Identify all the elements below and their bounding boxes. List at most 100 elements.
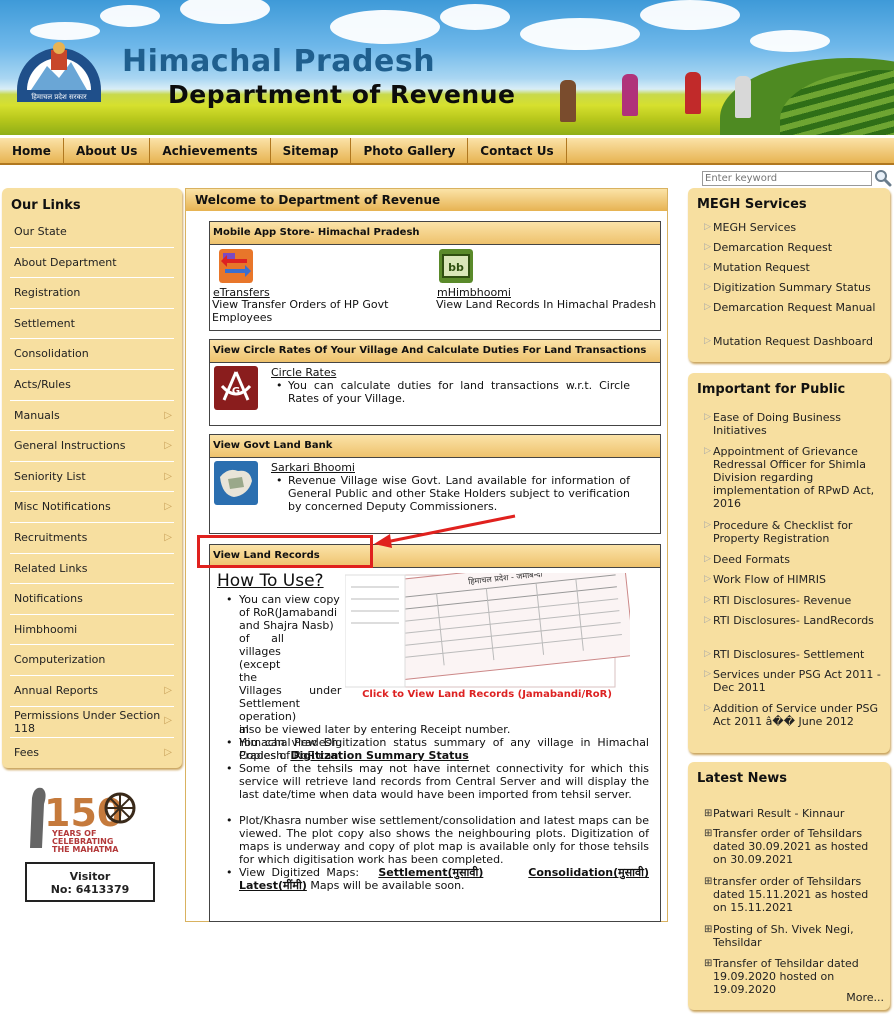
chevron-right-icon: ▷ — [164, 746, 172, 758]
important-item[interactable]: ▷ Services under PSG Act 2011 - Dec 2011 — [688, 668, 890, 702]
sidebar-item-label: Registration — [14, 286, 81, 300]
sidebar-item-label: Related Links — [14, 561, 88, 575]
news-item[interactable]: ⊞ Patwari Result - Kinnaur — [688, 807, 890, 827]
megh-services-panel: MEGH Services ▷ MEGH Services ▷ Demarcatio… — [688, 188, 890, 362]
important-item[interactable]: ▷ Ease of Doing Business Initiatives — [688, 411, 890, 445]
bullet-line: (except the — [239, 658, 281, 684]
our-links-sidebar: Our Links Our State About Department Reg… — [2, 188, 182, 768]
land-records-box: View Land Records How To Use? हिमाचल प्र… — [209, 544, 661, 922]
triangle-right-icon: ▷ — [704, 703, 711, 713]
megh-item-digitization-summary[interactable]: ▷ Digitization Summary Status — [688, 281, 890, 301]
settlement-maps-link[interactable]: Settlement(मुसावी) — [378, 866, 483, 879]
megh-item-demarcation-request[interactable]: ▷ Demarcation Request — [688, 241, 890, 261]
latest-maps-link[interactable]: Latest(मींमी) — [239, 879, 307, 892]
sarkari-bhoomi-link[interactable]: Sarkari Bhoomi — [271, 461, 355, 474]
consolidation-maps-link[interactable]: Consolidation(मुसावी) — [528, 866, 649, 879]
bullet-line: of all villages — [239, 632, 284, 658]
bullet-tehsil-connectivity: Some of the tehsils may not have interne… — [239, 762, 649, 801]
annotation-arrow — [374, 514, 516, 548]
triangle-right-icon: ▷ — [704, 649, 711, 659]
news-icon: ⊞ — [704, 808, 713, 819]
nav-photo-gallery[interactable]: Photo Gallery — [351, 138, 469, 163]
sidebar-item-our-state[interactable]: Our State — [10, 217, 174, 248]
megh-item-mutation-dashboard[interactable]: ▷ Mutation Request Dashboard — [688, 335, 890, 351]
sidebar-item-fees[interactable]: Fees ▷ — [10, 738, 174, 768]
important-title: Important for Public — [697, 382, 846, 397]
sidebar-item-about-department[interactable]: About Department — [10, 248, 174, 279]
sidebar-item-permissions-118[interactable]: Permissions Under Section 118 ▷ — [10, 707, 174, 738]
visitor-counter: Visitor No: 6413379 — [25, 862, 155, 902]
sarkari-bhoomi-icon[interactable] — [214, 461, 258, 505]
sidebar-item-consolidation[interactable]: Consolidation — [10, 339, 174, 370]
land-records-image-link[interactable]: हिमाचल प्रदेश - जमाबन्दी Click to View L… — [344, 555, 635, 703]
chevron-right-icon: ▷ — [164, 714, 172, 726]
search-icon[interactable] — [874, 169, 892, 187]
news-icon: ⊞ — [704, 924, 713, 935]
important-item[interactable]: ▷ Appointment of Grievance Redressal Offi… — [688, 445, 890, 519]
important-item[interactable]: ▷ RTI Disclosures- Revenue — [688, 594, 890, 614]
latest-news-title: Latest News — [697, 771, 788, 786]
sidebar-item-himbhoomi[interactable]: Himbhoomi — [10, 615, 174, 646]
bullet-view-copy-ror-tail: also be viewed later by entering Receipt… — [239, 723, 511, 736]
news-item[interactable]: ⊞ transfer order of Tehsildars dated 15.1… — [688, 875, 890, 923]
sidebar-item-computerization[interactable]: Computerization — [10, 645, 174, 676]
circle-rates-link[interactable]: Circle Rates — [271, 366, 336, 379]
digitization-summary-link[interactable]: Digitization Summary Status — [290, 749, 468, 762]
sidebar-item-recruitments[interactable]: Recruitments ▷ — [10, 523, 174, 554]
sidebar-item-label: Annual Reports — [14, 683, 98, 697]
bullet-plot-khasra: Plot/Khasra number wise settlement/conso… — [239, 814, 649, 866]
important-item[interactable]: ▷ Deed Formats — [688, 553, 890, 573]
sidebar-item-notifications[interactable]: Notifications — [10, 584, 174, 615]
megh-item-demarcation-manual[interactable]: ▷ Demarcation Request Manual — [688, 301, 890, 335]
important-item-label: Deed Formats — [713, 553, 790, 566]
svg-text:G: G — [232, 386, 240, 397]
site-header: हिमाचल प्रदेश सरकार Himachal Pradesh Dep… — [0, 0, 894, 135]
news-item[interactable]: ⊞ Transfer order of Tehsildars dated 30.0… — [688, 827, 890, 875]
triangle-right-icon: ▷ — [704, 262, 711, 272]
chevron-right-icon: ▷ — [164, 501, 172, 513]
megh-item-megh-services[interactable]: ▷ MEGH Services — [688, 221, 890, 241]
more-news-link[interactable]: More... — [846, 991, 884, 1004]
sidebar-item-acts-rules[interactable]: Acts/Rules — [10, 370, 174, 401]
megh-item-label: MEGH Services — [713, 221, 797, 234]
sidebar-item-label: Notifications — [14, 592, 83, 606]
news-item[interactable]: ⊞ Transfer of Tehsildar dated 19.09.2020 … — [688, 957, 890, 996]
bullet-text: View Digitized Maps: — [239, 866, 360, 879]
sidebar-item-general-instructions[interactable]: General Instructions ▷ — [10, 431, 174, 462]
sidebar-item-seniority-list[interactable]: Seniority List ▷ — [10, 462, 174, 493]
nav-home[interactable]: Home — [0, 138, 64, 163]
mhimbhoomi-app-icon[interactable]: bb — [439, 249, 473, 283]
nav-sitemap[interactable]: Sitemap — [271, 138, 352, 163]
svg-text:bb: bb — [448, 261, 464, 274]
important-for-public-panel: Important for Public ▷ Ease of Doing Busi… — [688, 373, 890, 753]
sidebar-item-settlement[interactable]: Settlement — [10, 309, 174, 340]
important-item[interactable]: ▷ Procedure & Checklist for Property Regi… — [688, 519, 890, 553]
etransfers-app-icon[interactable] — [219, 249, 253, 283]
sidebar-item-misc-notifications[interactable]: Misc Notifications ▷ — [10, 492, 174, 523]
megh-item-label: Digitization Summary Status — [713, 281, 871, 294]
sidebar-item-manuals[interactable]: Manuals ▷ — [10, 401, 174, 432]
our-links-title: Our Links — [11, 198, 81, 213]
megh-item-label: Mutation Request — [713, 261, 810, 274]
circle-rates-desc: You can calculate duties for land transa… — [288, 379, 630, 405]
important-item[interactable]: ▷ RTI Disclosures- LandRecords — [688, 614, 890, 648]
nav-contact-us[interactable]: Contact Us — [468, 138, 567, 163]
megh-item-mutation-request[interactable]: ▷ Mutation Request — [688, 261, 890, 281]
bullet-line: You can view copy — [239, 593, 340, 606]
nav-achievements[interactable]: Achievements — [150, 138, 271, 163]
sidebar-item-registration[interactable]: Registration — [10, 278, 174, 309]
sidebar-item-related-links[interactable]: Related Links — [10, 554, 174, 585]
important-item[interactable]: ▷ Work Flow of HIMRIS — [688, 573, 890, 594]
news-icon: ⊞ — [704, 876, 713, 887]
important-item[interactable]: ▷ Addition of Service under PSG Act 2011 … — [688, 702, 890, 742]
triangle-right-icon: ▷ — [704, 446, 711, 456]
circle-rates-icon[interactable]: G — [214, 366, 258, 410]
search-input[interactable] — [702, 171, 872, 186]
nav-about-us[interactable]: About Us — [64, 138, 151, 163]
important-item[interactable]: ▷ RTI Disclosures- Settlement — [688, 648, 890, 668]
news-item[interactable]: ⊞ Posting of Sh. Vivek Negi, Tehsildar — [688, 923, 890, 957]
sidebar-item-annual-reports[interactable]: Annual Reports ▷ — [10, 676, 174, 707]
triangle-right-icon: ▷ — [704, 302, 711, 312]
important-item-label: Ease of Doing Business Initiatives — [713, 411, 841, 437]
megh-item-label: Demarcation Request — [713, 241, 833, 254]
